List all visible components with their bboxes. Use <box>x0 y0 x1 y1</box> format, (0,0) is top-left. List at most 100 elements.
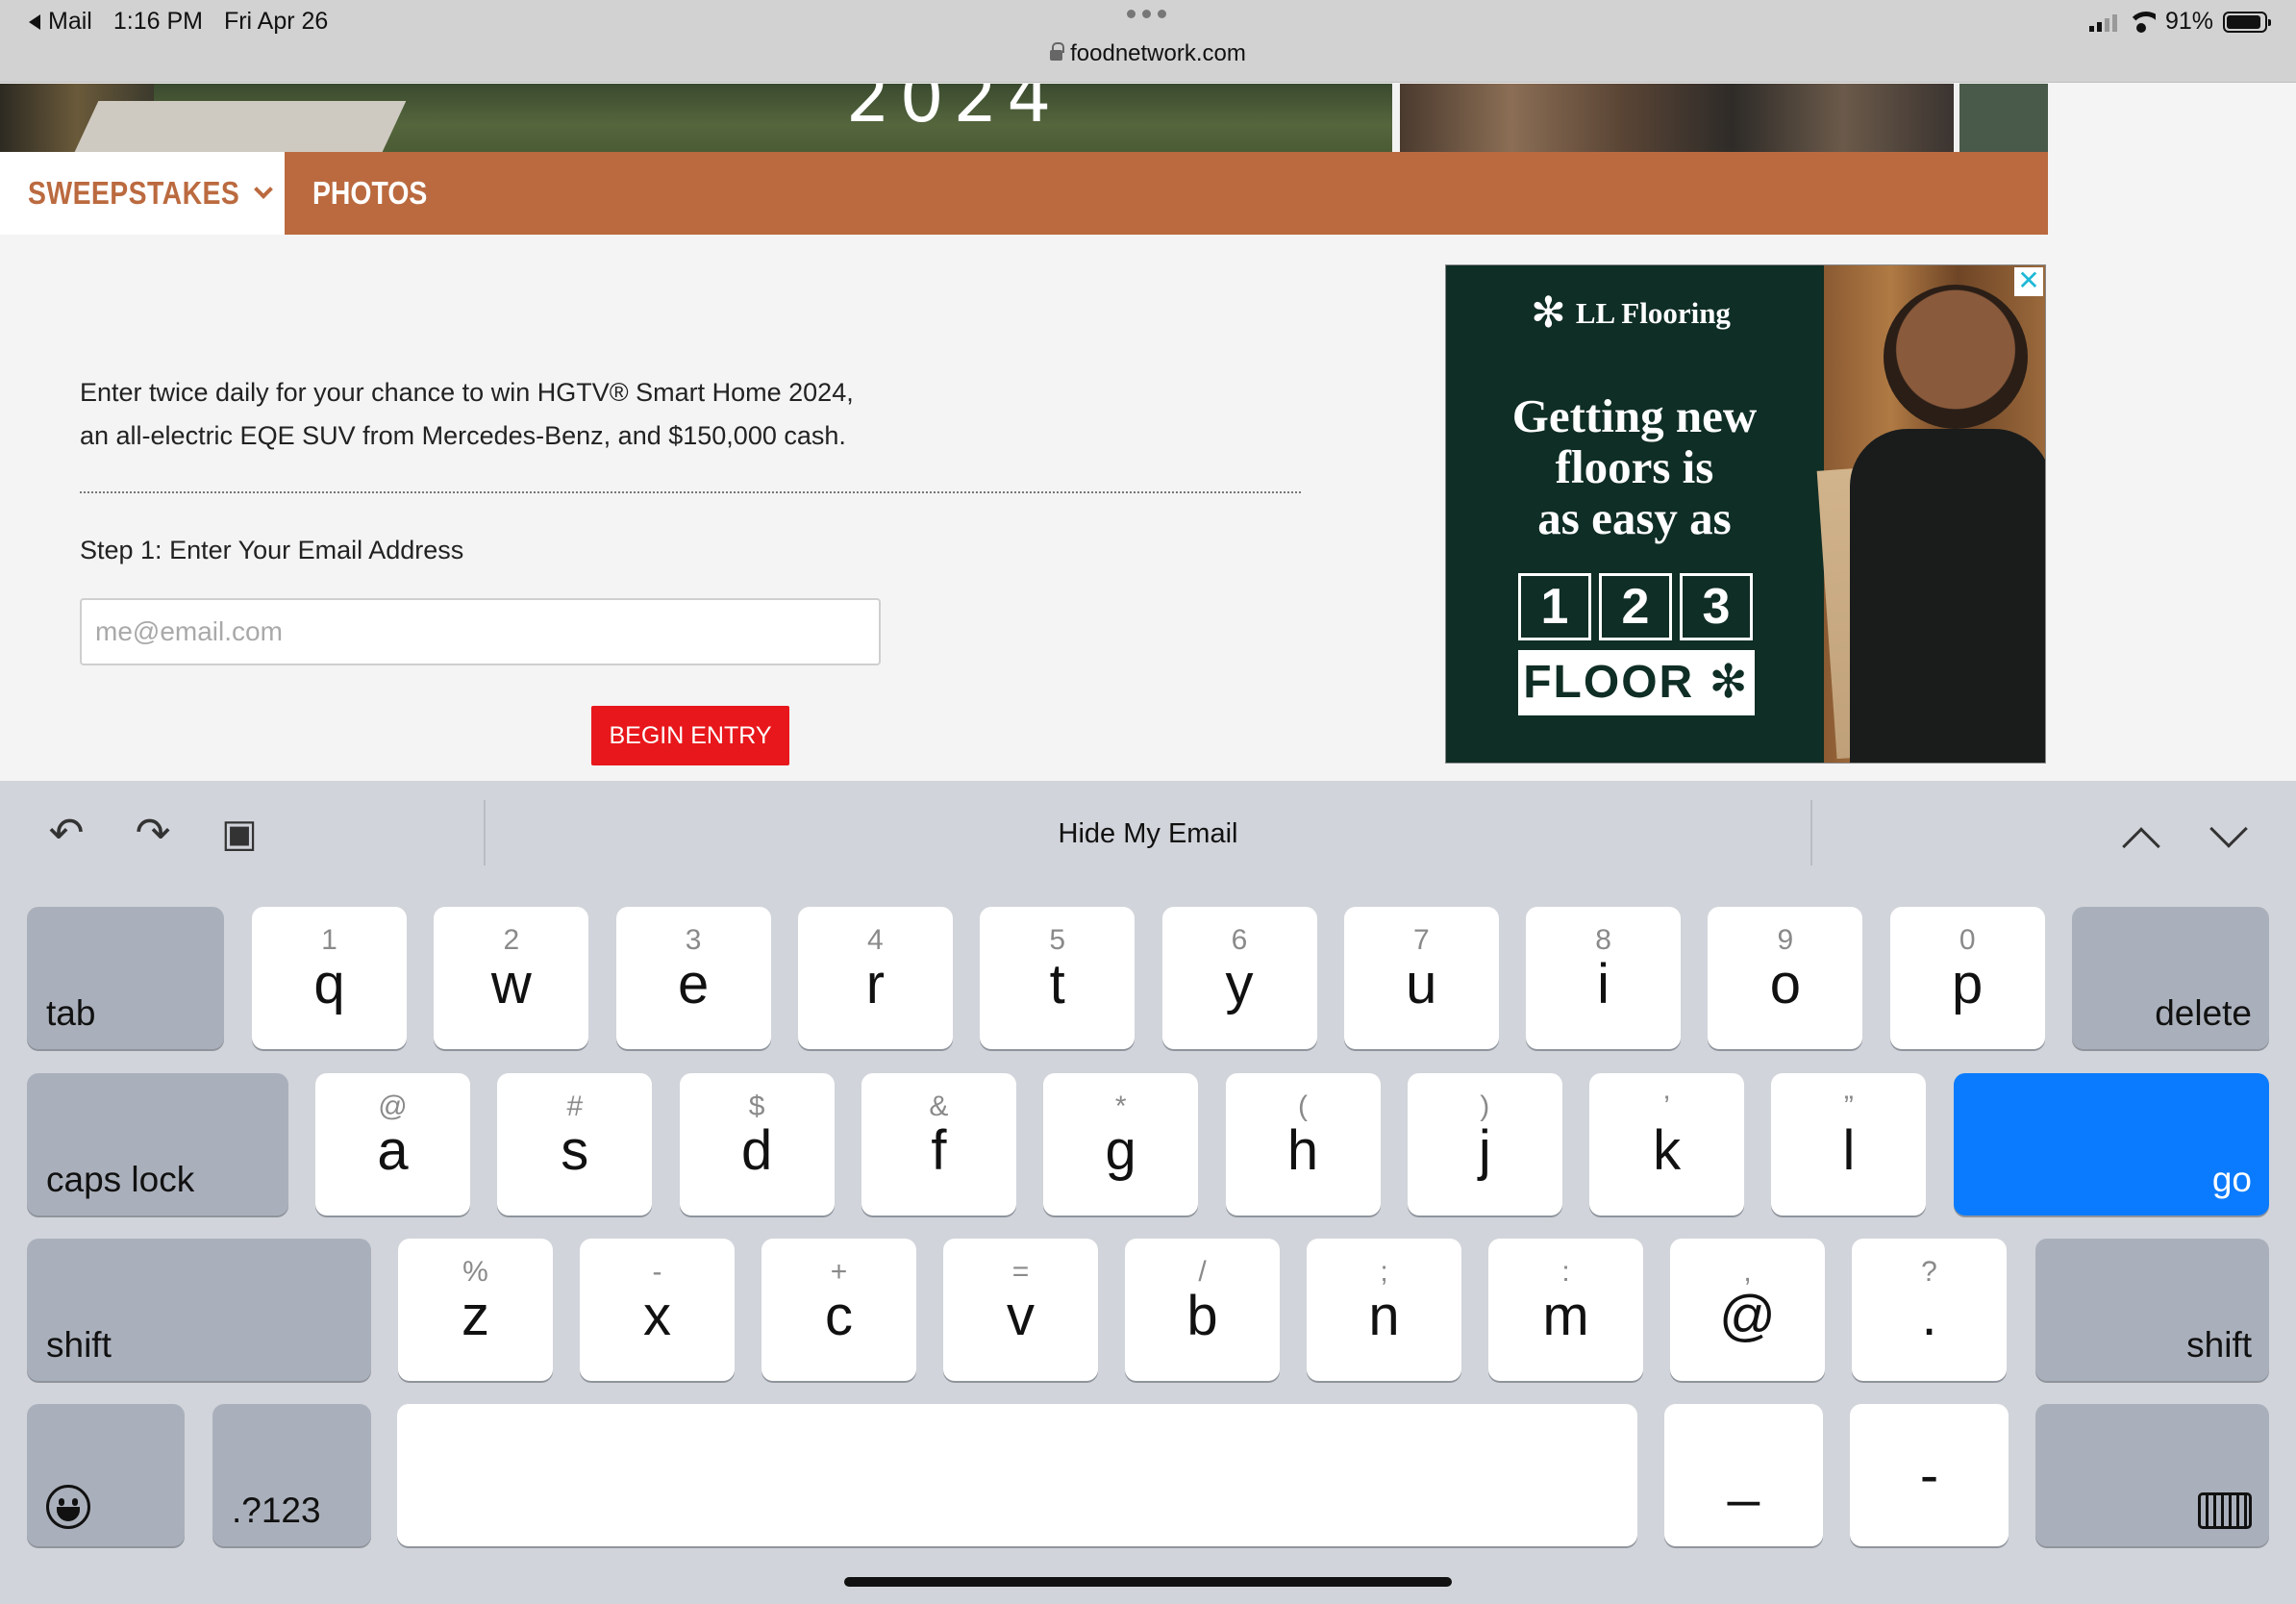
tab-key[interactable]: tab <box>27 907 224 1049</box>
key-s[interactable]: # s <box>497 1073 653 1216</box>
key-main-label: q <box>313 953 345 1015</box>
nav-sweepstakes-label: SWEEPSTAKES <box>28 175 240 211</box>
space-key[interactable] <box>397 1404 1637 1546</box>
key-o[interactable]: 9o <box>1708 907 1863 1049</box>
nav-photos-tab[interactable]: PHOTOS <box>312 152 427 235</box>
key-alt-label: ’ <box>1663 1090 1670 1122</box>
delete-key[interactable]: delete <box>2072 907 2269 1049</box>
lock-icon <box>1050 42 1065 61</box>
key-main-label: y <box>1225 953 1254 1015</box>
ad-floor-word: FLOOR <box>1523 657 1695 708</box>
redo-icon[interactable]: ↷ <box>129 810 177 858</box>
key-t[interactable]: 5t <box>980 907 1136 1049</box>
key-main-label: s <box>561 1119 589 1182</box>
key-alt-label: * <box>1114 1090 1127 1122</box>
key-a[interactable]: @ a <box>315 1073 470 1216</box>
begin-entry-button[interactable]: BEGIN ENTRY <box>591 706 789 765</box>
emoji-icon <box>46 1485 90 1529</box>
back-to-app[interactable]: Mail <box>29 8 92 36</box>
key-alt-label: 2 <box>503 924 520 956</box>
key-x[interactable]: -x <box>580 1239 735 1381</box>
shift-right-key[interactable]: shift <box>2035 1239 2269 1381</box>
status-date: Fri Apr 26 <box>223 8 329 35</box>
address-bar[interactable]: foodnetwork.com <box>0 40 2296 67</box>
key-q[interactable]: 1q <box>252 907 407 1049</box>
ad-person-image <box>1884 285 2028 429</box>
key-alt-label: , <box>1743 1256 1752 1288</box>
key-main-label: o <box>1769 953 1802 1015</box>
key-alt-label: 6 <box>1231 924 1248 956</box>
key-.[interactable]: ?. <box>1852 1239 2007 1381</box>
key-m[interactable]: :m <box>1488 1239 1643 1381</box>
keyboard-dismiss-icon <box>2198 1492 2252 1529</box>
status-right: 91% <box>2088 8 2271 36</box>
key-alt-label: # <box>566 1090 584 1122</box>
key-@[interactable]: , @ <box>1670 1239 1825 1381</box>
key-main-label: b <box>1186 1285 1218 1347</box>
ll-flooring-ad[interactable]: ✕ ✻ LL Flooring Getting new floors is as… <box>1445 264 2046 764</box>
go-key[interactable]: go <box>1954 1073 2269 1216</box>
underscore-key[interactable]: _ <box>1664 1404 1823 1546</box>
key-b[interactable]: / b <box>1125 1239 1280 1381</box>
nav-sweepstakes-tab[interactable]: SWEEPSTAKES <box>0 152 285 235</box>
key-n[interactable]: ; n <box>1307 1239 1461 1381</box>
undo-icon[interactable]: ↶ <box>42 810 90 858</box>
ad-headline-line-1: Getting new <box>1511 389 1758 442</box>
key-f[interactable]: & f <box>861 1073 1016 1216</box>
ad-close-icon[interactable]: ✕ <box>2014 267 2043 296</box>
key-main-label: @ <box>1719 1285 1776 1347</box>
key-alt-label: ? <box>1921 1256 1937 1288</box>
key-alt-label: / <box>1198 1256 1207 1288</box>
clipboard-icon[interactable]: ▣ <box>215 810 263 858</box>
back-arrow-icon <box>29 13 40 30</box>
home-indicator[interactable] <box>844 1577 1452 1587</box>
key-main-label: h <box>1286 1119 1319 1182</box>
key-z[interactable]: % z <box>398 1239 553 1381</box>
key-alt-label: 5 <box>1049 924 1066 956</box>
email-input[interactable] <box>80 598 881 665</box>
key-alt-label: 4 <box>867 924 884 956</box>
key-main-label: r <box>865 953 886 1015</box>
next-field-icon[interactable] <box>2209 810 2248 848</box>
key-r[interactable]: 4r <box>797 907 953 1049</box>
key-main-label: l <box>1842 1119 1856 1182</box>
key-main-label: p <box>1952 953 1984 1015</box>
key-c[interactable]: + c <box>761 1239 916 1381</box>
underscore-key-label: _ <box>1728 1444 1759 1507</box>
previous-field-icon[interactable] <box>2122 827 2160 865</box>
multitasking-dots-icon[interactable] <box>1127 10 1166 18</box>
key-main-label: m <box>1542 1285 1589 1347</box>
key-alt-label: ” <box>1843 1090 1854 1122</box>
key-main-label: u <box>1406 953 1437 1015</box>
key-v[interactable]: = v <box>943 1239 1098 1381</box>
key-l[interactable]: ” l <box>1771 1073 1927 1216</box>
numbers-key[interactable]: .?123 <box>212 1404 371 1546</box>
shift-left-key[interactable]: shift <box>27 1239 371 1381</box>
key-u[interactable]: 7u <box>1343 907 1499 1049</box>
key-alt-label: ( <box>1298 1090 1308 1122</box>
key-alt-label: 3 <box>685 924 702 956</box>
key-w[interactable]: 2w <box>434 907 589 1049</box>
key-j[interactable]: ) j <box>1407 1073 1562 1216</box>
key-y[interactable]: 6y <box>1161 907 1317 1049</box>
ad-brand-name: LL Flooring <box>1575 296 1731 330</box>
key-i[interactable]: 8i <box>1526 907 1682 1049</box>
key-alt-label: + <box>830 1256 848 1288</box>
key-e[interactable]: 3e <box>615 907 771 1049</box>
dismiss-keyboard-key[interactable] <box>2035 1404 2269 1546</box>
dash-key[interactable]: - <box>1850 1404 2009 1546</box>
hide-my-email-suggestion[interactable]: Hide My Email <box>485 781 1811 887</box>
hero-image: 2024 <box>0 84 2048 152</box>
go-key-label: go <box>2211 1160 2252 1199</box>
key-g[interactable]: * g <box>1043 1073 1199 1216</box>
key-d[interactable]: $ d <box>679 1073 835 1216</box>
key-p[interactable]: 0p <box>1889 907 2045 1049</box>
numbers-key-label: .?123 <box>232 1491 321 1530</box>
emoji-key[interactable] <box>27 1404 185 1546</box>
dash-key-label: - <box>1919 1444 1939 1507</box>
key-h[interactable]: (h <box>1225 1073 1381 1216</box>
key-k[interactable]: ’ k <box>1589 1073 1745 1216</box>
key-main-label: w <box>490 953 532 1015</box>
caps-lock-key[interactable]: caps lock <box>27 1073 288 1216</box>
key-main-label: i <box>1597 953 1610 1015</box>
